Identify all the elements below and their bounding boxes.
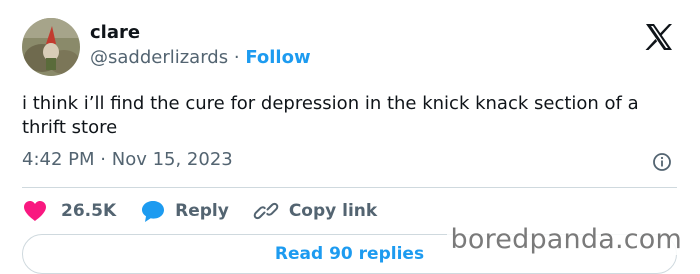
copy-link-button[interactable]: Copy link [253,199,377,223]
info-icon[interactable] [652,152,672,172]
tweet-date: Nov 15, 2023 [111,149,233,170]
tweet-timestamp[interactable]: 4:42 PM · Nov 15, 2023 [22,149,233,170]
reply-label: Reply [175,201,229,221]
author-handle-row: @sadderlizards · Follow [90,47,311,68]
watermark: boredpanda.com [446,224,686,255]
copy-link-label: Copy link [288,201,378,221]
tweet-text: i think i’ll find the cure for depressio… [22,93,639,138]
x-logo-icon[interactable] [645,24,673,50]
handle-separator: · [233,47,240,68]
reply-bubble-icon [140,199,166,223]
follow-button[interactable]: Follow [245,47,310,68]
like-button[interactable]: 26.5K [22,199,116,223]
tweet-time: 4:42 PM [22,149,95,170]
avatar[interactable] [22,18,80,76]
likes-count: 26.5K [61,201,117,221]
divider [22,187,677,188]
reply-button[interactable]: Reply [140,199,229,223]
author-handle[interactable]: @sadderlizards [90,47,228,68]
link-icon [253,199,279,223]
author-name[interactable]: clare [90,22,140,43]
timestamp-separator: · [100,149,106,170]
heart-icon [22,199,48,223]
action-bar: 26.5K Reply Copy link [22,197,377,225]
